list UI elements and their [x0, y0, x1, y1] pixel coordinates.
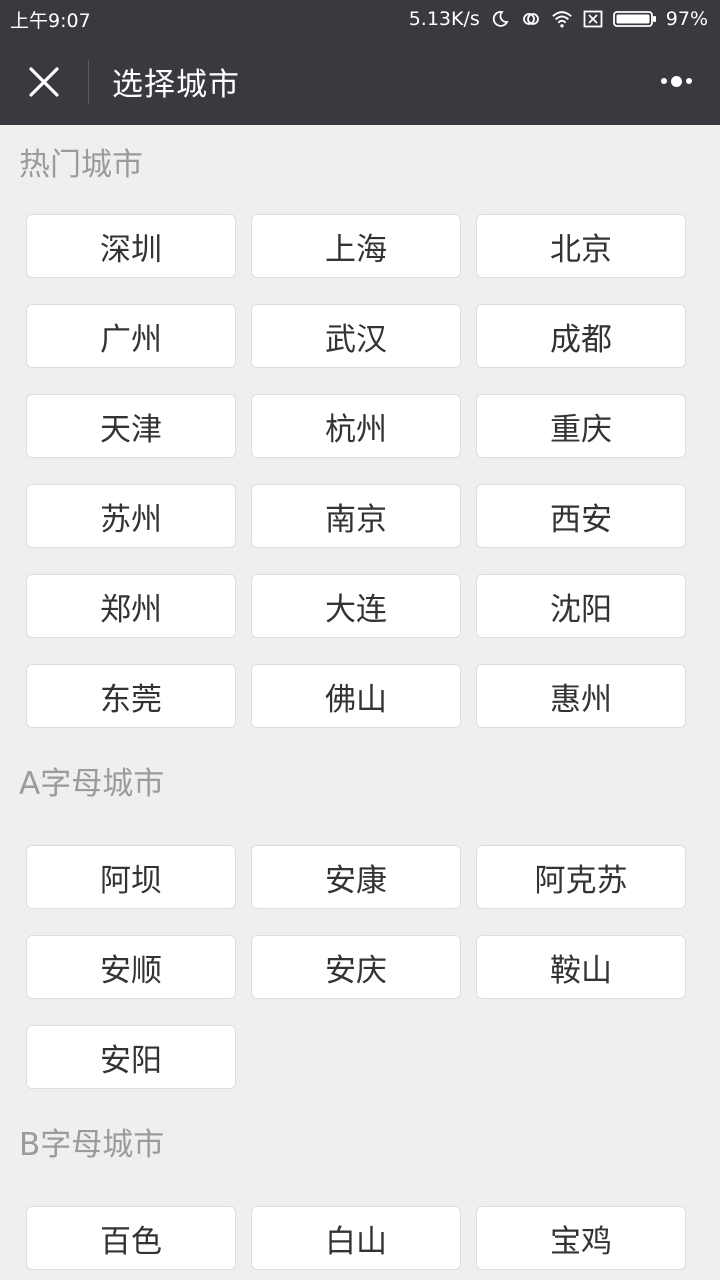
close-icon	[29, 66, 59, 97]
city-button[interactable]: 安阳	[26, 1025, 236, 1089]
more-button[interactable]	[656, 64, 696, 98]
city-button[interactable]: 沈阳	[476, 574, 686, 638]
sim-off-icon	[582, 8, 604, 30]
sync-icon	[520, 8, 542, 30]
status-time: 上午9:07	[10, 9, 91, 32]
a-city-grid: 阿坝 安康 阿克苏 安顺 安庆 鞍山 安阳	[0, 845, 720, 1089]
nav-bar: 选择城市	[0, 38, 720, 125]
city-button[interactable]: 惠州	[476, 664, 686, 728]
moon-icon	[489, 8, 511, 30]
city-button[interactable]: 百色	[26, 1206, 236, 1270]
city-button[interactable]: 佛山	[251, 664, 461, 728]
city-button[interactable]: 成都	[476, 304, 686, 368]
city-button[interactable]: 鞍山	[476, 935, 686, 999]
section-title-hot: 热门城市	[19, 147, 143, 183]
page-title: 选择城市	[112, 67, 240, 103]
city-list[interactable]: 热门城市 深圳 上海 北京 广州 武汉 成都 天津 杭州 重庆 苏州 南京 西安…	[0, 125, 720, 1270]
section-title-b: B字母城市	[19, 1127, 165, 1163]
section-title-a: A字母城市	[19, 766, 165, 802]
more-icon-dot	[685, 78, 692, 84]
close-button[interactable]	[0, 38, 88, 125]
city-button[interactable]: 白山	[251, 1206, 461, 1270]
battery-percent: 97%	[665, 8, 708, 30]
more-icon	[660, 78, 667, 84]
nav-divider	[88, 59, 89, 104]
city-button[interactable]: 东莞	[26, 664, 236, 728]
hot-city-grid: 深圳 上海 北京 广州 武汉 成都 天津 杭州 重庆 苏州 南京 西安 郑州 大…	[0, 214, 720, 728]
city-button[interactable]: 天津	[26, 394, 236, 458]
city-button[interactable]: 郑州	[26, 574, 236, 638]
city-button[interactable]: 南京	[251, 484, 461, 548]
city-button[interactable]: 上海	[251, 214, 461, 278]
city-button[interactable]: 阿坝	[26, 845, 236, 909]
city-button[interactable]: 广州	[26, 304, 236, 368]
battery-icon	[612, 8, 657, 30]
city-button[interactable]: 安庆	[251, 935, 461, 999]
city-button[interactable]: 杭州	[251, 394, 461, 458]
city-button[interactable]: 大连	[251, 574, 461, 638]
network-speed: 5.13K/s	[408, 8, 480, 30]
city-button[interactable]: 宝鸡	[476, 1206, 686, 1270]
city-button[interactable]: 阿克苏	[476, 845, 686, 909]
city-button[interactable]: 北京	[476, 214, 686, 278]
city-button[interactable]: 安顺	[26, 935, 236, 999]
city-button[interactable]: 安康	[251, 845, 461, 909]
city-button[interactable]: 武汉	[251, 304, 461, 368]
more-icon-dot	[670, 75, 682, 87]
city-button[interactable]: 苏州	[26, 484, 236, 548]
status-icons: 5.13K/s 97%	[409, 8, 708, 30]
status-bar: 上午9:07 5.13K/s 97%	[0, 0, 720, 38]
b-city-grid: 百色 白山 宝鸡	[0, 1206, 720, 1270]
wifi-icon	[551, 8, 573, 30]
city-button[interactable]: 重庆	[476, 394, 686, 458]
city-button[interactable]: 西安	[476, 484, 686, 548]
city-button[interactable]: 深圳	[26, 214, 236, 278]
